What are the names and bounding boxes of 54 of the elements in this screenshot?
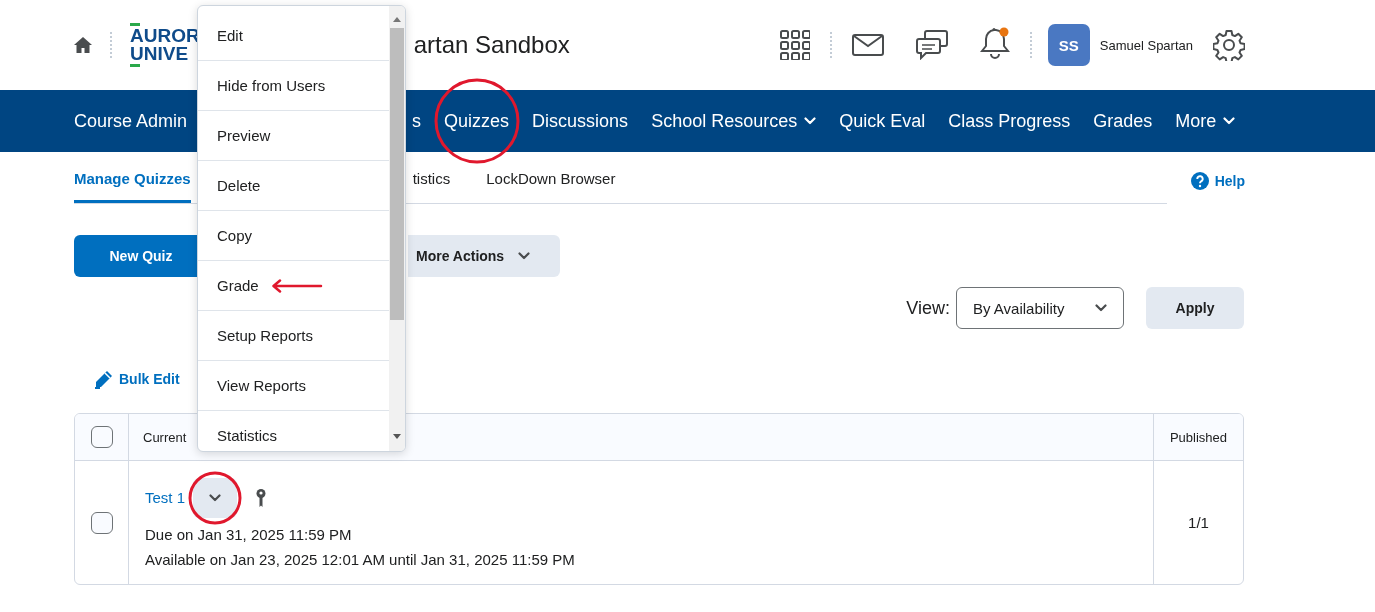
menu-item[interactable]: Setup Reports	[217, 327, 313, 344]
select-all-checkbox[interactable]	[90, 426, 113, 448]
more-actions-button[interactable]: More Actions	[408, 235, 560, 277]
view-select[interactable]: By Availability	[956, 287, 1124, 329]
menu-item[interactable]: Hide from Users	[217, 77, 326, 94]
app-grid-icon[interactable]	[779, 30, 810, 60]
column-header: Current	[143, 429, 187, 445]
user-name[interactable]: Samuel Spartan	[1099, 37, 1193, 53]
due-date: Due on Jan 31, 2025 11:59 PM	[145, 525, 352, 543]
chat-icon[interactable]	[915, 30, 948, 60]
published-count: 1/1	[1188, 514, 1209, 531]
menu-item[interactable]: Copy	[217, 227, 253, 244]
course-title: artan Sandbox	[413, 31, 570, 59]
help-link[interactable]: Help	[1190, 172, 1245, 190]
tab[interactable]: tistics	[412, 170, 451, 203]
menu-item[interactable]: Grade	[217, 277, 259, 294]
caret-icon	[518, 252, 531, 260]
caret-icon	[1223, 117, 1236, 125]
nav-link[interactable]: Quick Eval	[839, 110, 926, 132]
mail-icon[interactable]	[851, 34, 884, 56]
nav-link[interactable]: School Resources	[651, 110, 817, 132]
tab[interactable]: Manage Quizzes	[74, 170, 191, 203]
availability-dates: Available on Jan 23, 2025 12:01 AM until Jan 31, 2025 11:59 PM	[145, 550, 575, 568]
quiz-link[interactable]: Test 1	[145, 489, 186, 506]
apply-button[interactable]: Apply	[1146, 287, 1244, 329]
key-icon	[255, 487, 268, 508]
actions-menu-button[interactable]	[193, 477, 238, 518]
tab[interactable]: LockDown Browser	[486, 170, 616, 203]
help-icon	[1190, 172, 1209, 190]
university-logo[interactable]: AUROR UNIVE	[130, 23, 200, 67]
menu-item[interactable]: Delete	[217, 177, 261, 194]
pencil-icon	[94, 369, 114, 389]
nav-link[interactable]: Course Admin	[74, 110, 188, 132]
home-icon[interactable]	[74, 37, 92, 53]
menu-item[interactable]: Preview	[217, 127, 271, 144]
menu-item[interactable]: View Reports	[217, 377, 306, 394]
row-checkbox[interactable]	[90, 511, 113, 534]
scrollbar[interactable]	[389, 6, 405, 451]
menu-item[interactable]: Edit	[217, 27, 243, 44]
nav-link[interactable]: Class Progress	[948, 110, 1071, 132]
nav-link[interactable]: s	[412, 110, 422, 132]
nav-link[interactable]: More	[1175, 110, 1236, 132]
caret-icon	[804, 117, 817, 125]
column-header: Published	[1169, 429, 1228, 445]
menu-item[interactable]: Statistics	[217, 427, 277, 444]
settings-icon[interactable]	[1213, 29, 1245, 61]
caret-icon	[209, 493, 222, 502]
view-label: View:	[906, 297, 950, 319]
bulk-edit-link[interactable]: Bulk Edit	[94, 369, 180, 389]
nav-link[interactable]: Grades	[1093, 110, 1153, 132]
nav-link[interactable]: Discussions	[532, 110, 629, 132]
user-avatar[interactable]: SS	[1047, 24, 1090, 66]
caret-icon	[1095, 304, 1107, 312]
nav-link[interactable]: Quizzes	[444, 110, 510, 132]
